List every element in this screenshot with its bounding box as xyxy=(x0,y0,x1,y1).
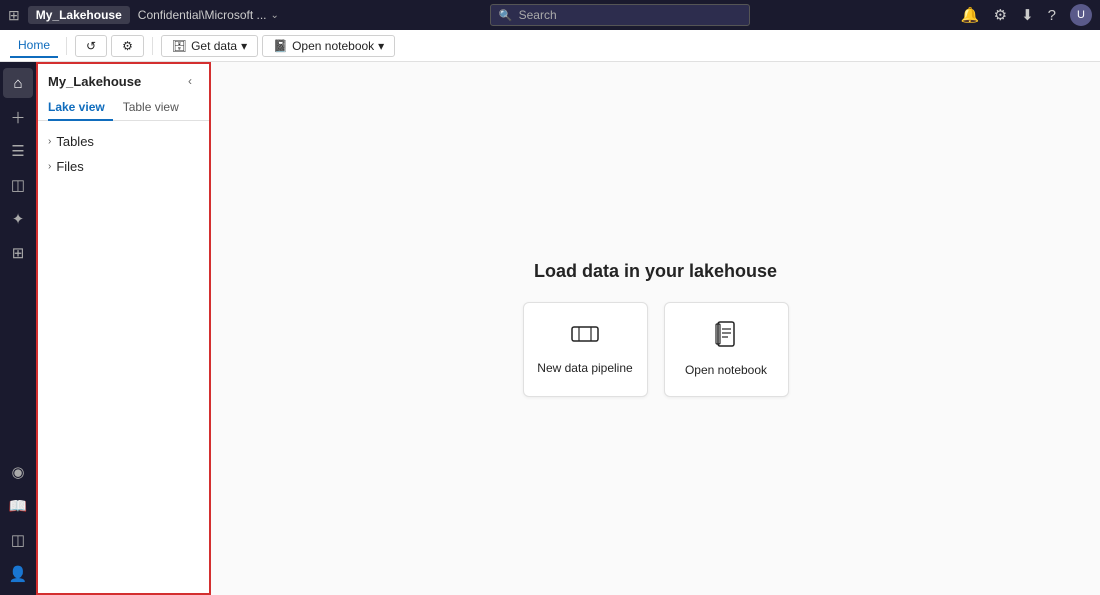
get-data-label: Get data xyxy=(191,39,237,53)
sidebar-title: My_Lakehouse xyxy=(48,74,141,89)
content-area: Load data in your lakehouse New data pip… xyxy=(211,62,1100,595)
sidebar-panel: My_Lakehouse ‹ Lake view Table view › Ta… xyxy=(36,62,211,595)
nav-home[interactable]: ⌂ xyxy=(3,68,33,98)
notebook-icon xyxy=(714,321,738,353)
breadcrumb-chevron-icon[interactable]: ⌄ xyxy=(271,10,279,21)
sidebar-tabs: Lake view Table view xyxy=(38,94,209,121)
files-label: Files xyxy=(56,159,83,174)
ribbon-separator xyxy=(66,37,67,55)
nav-workload[interactable]: ◫ xyxy=(3,525,33,555)
search-bar[interactable]: 🔍 Search xyxy=(490,4,750,26)
nav-discover[interactable]: ✦ xyxy=(3,204,33,234)
sidebar-item-tables[interactable]: › Tables xyxy=(44,129,203,154)
search-icon: 🔍 xyxy=(499,9,513,22)
bell-icon[interactable]: 🔔 xyxy=(961,6,980,24)
nav-browse[interactable]: ☰ xyxy=(3,136,33,166)
main-area: ⌂ ＋ ☰ ◫ ✦ ⊞ ◉ 📖 ◫ 👤 My_Lakehouse ‹ Lake … xyxy=(0,62,1100,595)
files-chevron-icon: › xyxy=(48,161,51,172)
tables-chevron-icon: › xyxy=(48,136,51,147)
avatar[interactable]: U xyxy=(1070,4,1092,26)
open-notebook-label: Open notebook xyxy=(292,39,374,53)
open-notebook-chevron-icon: ▾ xyxy=(378,39,384,53)
pipeline-icon xyxy=(571,323,599,351)
top-bar: ⊞ My_Lakehouse Confidential\Microsoft ..… xyxy=(0,0,1100,30)
left-nav: ⌂ ＋ ☰ ◫ ✦ ⊞ ◉ 📖 ◫ 👤 xyxy=(0,62,36,595)
content-title: Load data in your lakehouse xyxy=(534,261,777,282)
top-bar-icons: 🔔 ⚙ ⬇ ? U xyxy=(961,4,1092,26)
sidebar-close-button[interactable]: ‹ xyxy=(181,72,199,90)
search-placeholder: Search xyxy=(519,8,557,22)
nav-learn[interactable]: 📖 xyxy=(3,491,33,521)
nav-apps[interactable]: ⊞ xyxy=(3,238,33,268)
settings-icon[interactable]: ⚙ xyxy=(994,6,1007,24)
breadcrumb-text: Confidential\Microsoft ... xyxy=(138,8,267,22)
open-notebook-button[interactable]: 📓 Open notebook ▾ xyxy=(262,35,395,57)
new-data-pipeline-label: New data pipeline xyxy=(537,361,632,375)
ribbon-separator-2 xyxy=(152,37,153,55)
sidebar-header: My_Lakehouse ‹ xyxy=(38,64,209,94)
nav-people[interactable]: 👤 xyxy=(3,559,33,589)
nav-workspaces[interactable]: ◫ xyxy=(3,170,33,200)
tab-home[interactable]: Home xyxy=(10,34,58,58)
tab-lake-view[interactable]: Lake view xyxy=(48,95,113,121)
sidebar-item-files[interactable]: › Files xyxy=(44,154,203,179)
open-notebook-card-label: Open notebook xyxy=(685,363,767,377)
breadcrumb: Confidential\Microsoft ... ⌄ xyxy=(138,8,279,22)
new-data-pipeline-card[interactable]: New data pipeline xyxy=(523,302,648,397)
get-data-button[interactable]: 🗄 Get data ▾ xyxy=(161,35,258,57)
open-notebook-card[interactable]: Open notebook xyxy=(664,302,789,397)
settings-button[interactable]: ⚙ xyxy=(111,35,144,57)
download-icon[interactable]: ⬇ xyxy=(1021,6,1034,24)
app-title[interactable]: My_Lakehouse xyxy=(28,6,130,24)
open-notebook-icon: 📓 xyxy=(273,39,288,53)
help-icon[interactable]: ? xyxy=(1048,7,1056,24)
ribbon-bar: Home ↺ ⚙ 🗄 Get data ▾ 📓 Open notebook ▾ xyxy=(0,30,1100,62)
tab-table-view[interactable]: Table view xyxy=(123,95,187,121)
refresh-button[interactable]: ↺ xyxy=(75,35,107,57)
sidebar-content: › Tables › Files xyxy=(38,121,209,593)
tables-label: Tables xyxy=(56,134,94,149)
get-data-icon: 🗄 xyxy=(172,39,187,53)
grid-icon[interactable]: ⊞ xyxy=(8,7,20,24)
nav-create[interactable]: ＋ xyxy=(3,102,33,132)
cards-row: New data pipeline Open notebook xyxy=(523,302,789,397)
get-data-chevron-icon: ▾ xyxy=(241,39,247,53)
nav-monitoring[interactable]: ◉ xyxy=(3,457,33,487)
